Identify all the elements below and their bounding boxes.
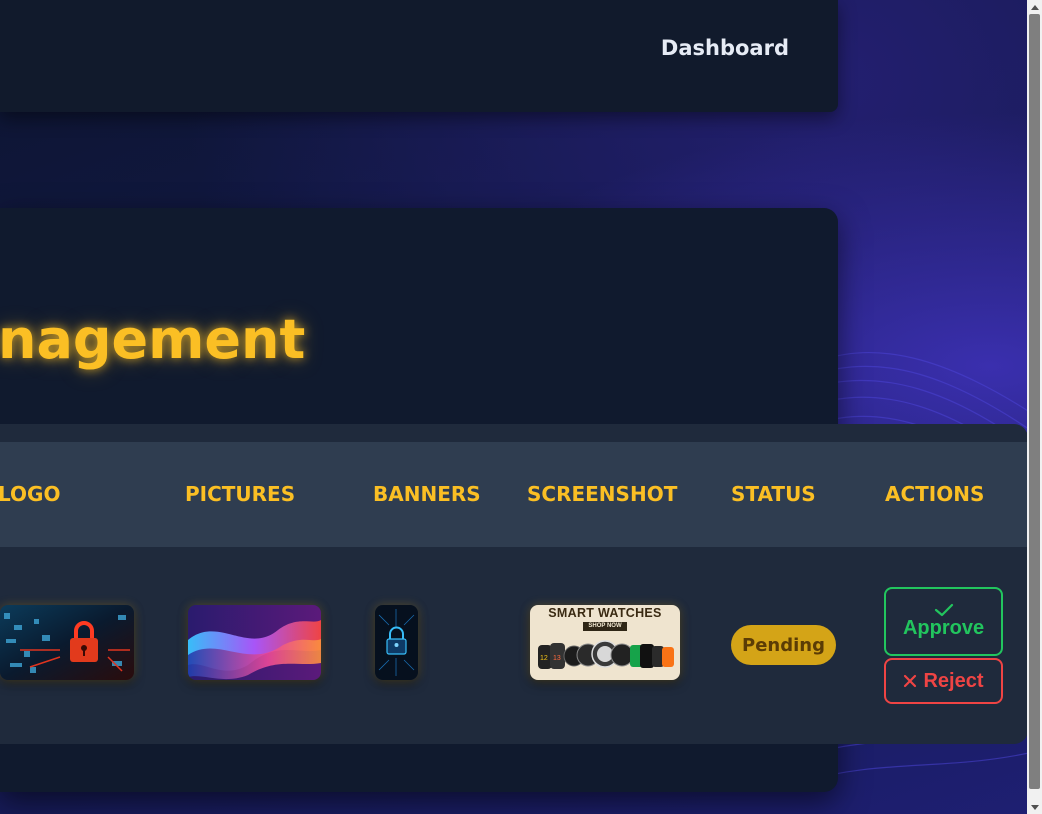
vertical-scrollbar[interactable] (1027, 0, 1042, 814)
picture-thumbnail[interactable] (188, 605, 321, 680)
header-banners: BANNERS (373, 482, 481, 506)
page-title: nagement (0, 308, 306, 371)
approve-label: Approve (902, 617, 985, 639)
screenshot-cta: SHOP NOW (583, 622, 627, 631)
padlock-icon (0, 605, 134, 680)
screenshot-thumbnail[interactable]: SMART WATCHES SHOP NOW 12 13 (530, 605, 680, 680)
watches-image: 12 13 (538, 640, 674, 669)
submissions-table: LOGO PICTURES BANNERS SCREENSHOT STATUS … (0, 424, 1028, 744)
banner-thumbnail[interactable] (375, 605, 418, 680)
header-actions: ACTIONS (885, 482, 985, 506)
watch-number-2: 13 (553, 655, 561, 662)
approve-button[interactable]: Approve (884, 587, 1003, 656)
table-header: LOGO PICTURES BANNERS SCREENSHOT STATUS … (0, 442, 1028, 547)
logo-thumbnail[interactable] (0, 605, 134, 680)
top-navbar: Dashboard (0, 0, 838, 112)
header-logo: LOGO (0, 482, 61, 506)
table-row: SMART WATCHES SHOP NOW 12 13 Pending App… (0, 547, 1028, 744)
scroll-up-arrow-icon[interactable] (1027, 0, 1042, 14)
status-badge: Pending (731, 625, 836, 665)
reject-label: Reject (923, 669, 984, 692)
scroll-down-arrow-icon[interactable] (1027, 800, 1042, 814)
screenshot-heading: SMART WATCHES (548, 606, 662, 620)
header-status: STATUS (731, 482, 816, 506)
check-icon (934, 603, 953, 617)
wave-art-image (188, 605, 321, 680)
reject-button[interactable]: Reject (884, 658, 1003, 704)
x-icon (904, 674, 917, 688)
scrollbar-thumb[interactable] (1029, 14, 1040, 789)
nav-dashboard-link[interactable]: Dashboard (661, 36, 789, 60)
lock-circuit-icon (375, 605, 418, 680)
header-screenshot: SCREENSHOT (527, 482, 678, 506)
watch-number-1: 12 (540, 655, 548, 662)
header-pictures: PICTURES (185, 482, 296, 506)
